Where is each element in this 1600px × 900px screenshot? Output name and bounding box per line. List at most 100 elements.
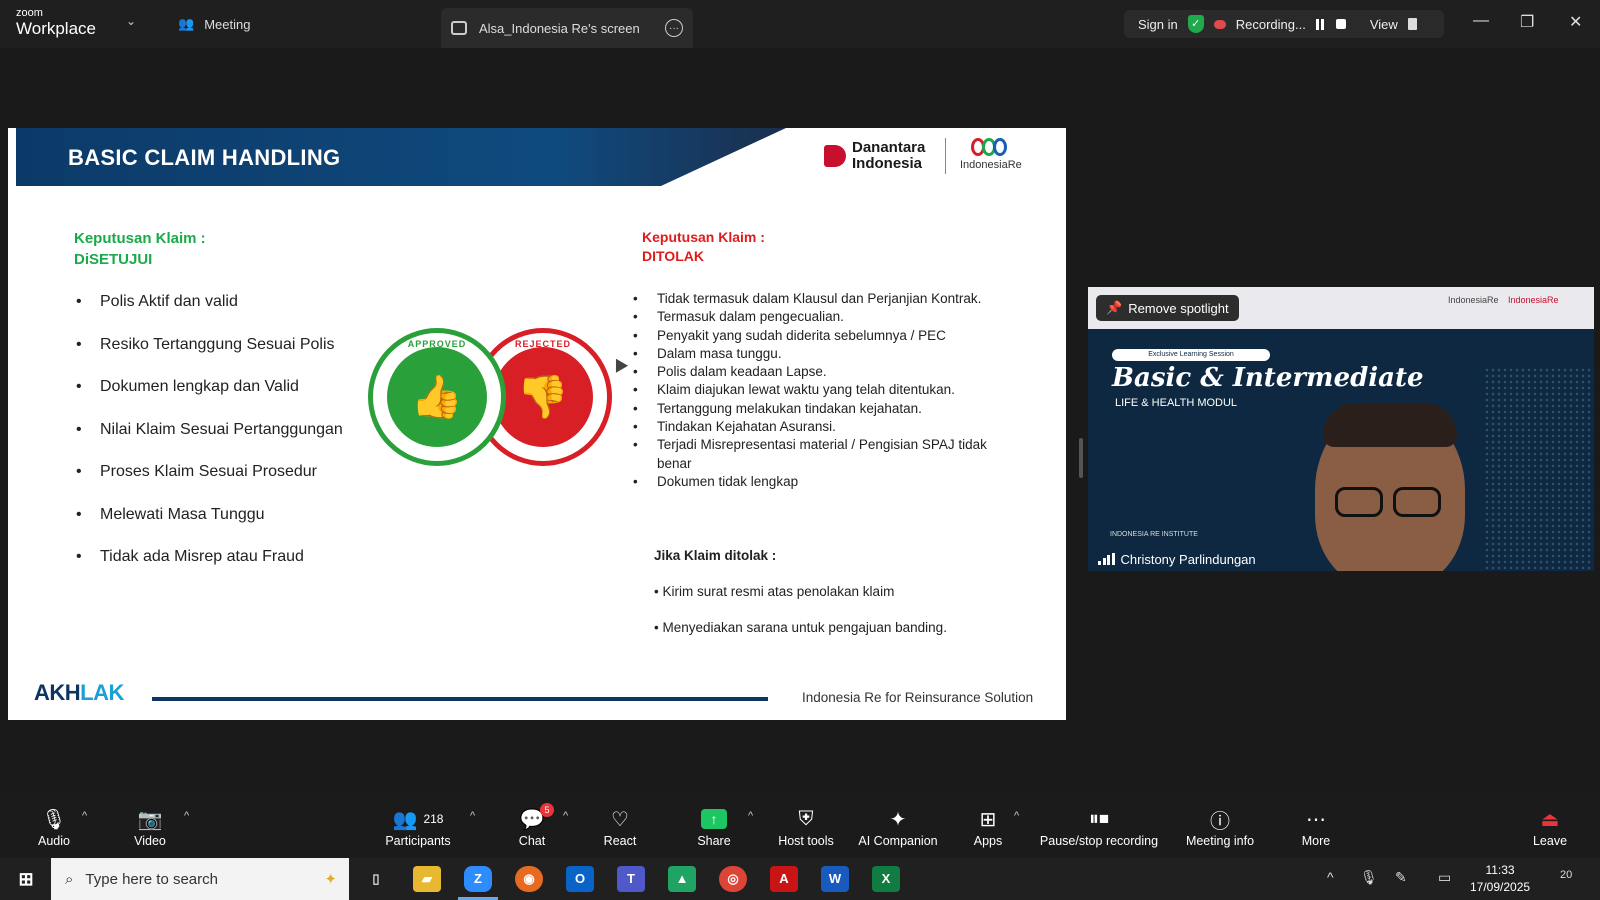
title-bar: zoom Workplace ⌄ 👥 Meeting Alsa_Indonesi…: [0, 0, 1600, 48]
ai-companion-button[interactable]: ✦ AI Companion: [848, 804, 948, 849]
share-label: Share: [697, 834, 731, 848]
meeting-status-bar: Sign in ✓ Recording... View: [1124, 10, 1444, 38]
meeting-info-label: Meeting info: [1185, 834, 1255, 848]
chevron-down-icon[interactable]: ⌄: [126, 14, 136, 28]
task-view-icon[interactable]: ▯: [362, 866, 390, 892]
list-item: Melewati Masa Tunggu: [76, 506, 343, 549]
pause-stop-recording-button[interactable]: ⏸⏹ Pause/stop recording: [1029, 804, 1169, 849]
signal-strength-icon: [1098, 553, 1115, 565]
apps-caret-icon[interactable]: ^: [1014, 810, 1019, 822]
danantara-mark-icon: [824, 144, 846, 167]
sparkle-icon: ✦: [889, 808, 907, 831]
participants-caret-icon[interactable]: ^: [470, 810, 475, 822]
participants-icon: 👥 218: [392, 808, 444, 831]
acrobat-icon[interactable]: A: [770, 866, 798, 892]
audio-options-caret-icon[interactable]: ^: [82, 810, 87, 822]
pause-stop-icon: ⏸⏹: [1089, 807, 1109, 830]
apps-label: Apps: [973, 834, 1003, 848]
approved-heading: Keputusan Klaim : DiSETUJUI: [74, 228, 206, 270]
zoom-app-icon[interactable]: Z: [464, 866, 492, 892]
google-drive-icon[interactable]: ▲: [668, 866, 696, 892]
list-item: Polis Aktif dan valid: [76, 293, 343, 336]
taskbar-search[interactable]: ⌕ Type here to search ✦: [51, 858, 349, 900]
participants-button[interactable]: 👥 218 Participants: [368, 804, 468, 849]
tab-shared-screen[interactable]: Alsa_Indonesia Re's screen ···: [441, 8, 693, 48]
video-brand-logo: IndonesiaRe: [1508, 295, 1559, 305]
rejected-heading: Keputusan Klaim : DITOLAK: [642, 228, 765, 266]
outlook-icon[interactable]: O: [566, 866, 594, 892]
session-pill: Exclusive Learning Session: [1112, 349, 1270, 361]
minimize-icon[interactable]: —: [1473, 12, 1489, 30]
logo-big-text: Workplace: [16, 19, 96, 38]
close-icon[interactable]: ✕: [1569, 12, 1582, 32]
chrome-icon[interactable]: ◎: [719, 866, 747, 892]
apps-button[interactable]: ⊞ Apps: [938, 804, 1038, 849]
pause-recording-icon[interactable]: [1315, 19, 1326, 30]
akhlak-logo-part-a: AKH: [34, 680, 81, 705]
chat-caret-icon[interactable]: ^: [563, 810, 568, 822]
pen-tray-icon[interactable]: ✎: [1395, 869, 1407, 886]
firefox-icon[interactable]: ◉: [515, 866, 543, 892]
notification-count[interactable]: 20: [1560, 869, 1572, 881]
shared-screen-area: BASIC CLAIM HANDLING Danantara Indonesia…: [0, 48, 1075, 798]
video-options-caret-icon[interactable]: ^: [184, 810, 189, 822]
excel-icon[interactable]: X: [872, 866, 900, 892]
more-button[interactable]: ⋯ More: [1266, 804, 1366, 849]
search-highlight-icon: ✦: [324, 871, 337, 888]
share-caret-icon[interactable]: ^: [748, 810, 753, 822]
participant-name-tag: Christony Parlindungan: [1092, 549, 1262, 569]
rings-icon: [960, 138, 1022, 156]
windows-start-icon[interactable]: ⊞: [12, 866, 40, 892]
word-icon[interactable]: W: [821, 866, 849, 892]
leave-button[interactable]: ⏏ Leave: [1500, 804, 1600, 849]
tab-meeting[interactable]: 👥 Meeting: [178, 0, 250, 48]
thumbs-up-icon: 👍: [387, 347, 487, 447]
host-tools-button[interactable]: ⛨ Host tools: [756, 804, 856, 849]
windows-taskbar: ⊞ ⌕ Type here to search ✦ ▯ ▰ Z ◉ O T ▲ …: [0, 858, 1600, 900]
danantara-text: Danantara Indonesia: [852, 139, 926, 172]
react-button[interactable]: ♡ React: [570, 804, 670, 849]
more-options-icon[interactable]: ···: [665, 19, 683, 37]
list-item: Nilai Klaim Sesuai Pertanggungan: [76, 421, 343, 464]
list-item: Tidak termasuk dalam Klausul dan Perjanj…: [633, 290, 1013, 308]
spotlight-video[interactable]: IndonesiaRe IndonesiaRe 📌 Remove spotlig…: [1088, 287, 1594, 571]
stop-recording-icon[interactable]: [1335, 19, 1346, 29]
rejected-list: Tidak termasuk dalam Klausul dan Perjanj…: [633, 290, 1013, 491]
info-icon: ⓘ: [1210, 810, 1230, 833]
video-brand-logo: IndonesiaRe: [1448, 295, 1499, 305]
approved-list: Polis Aktif dan valid Resiko Tertanggung…: [76, 293, 343, 591]
microphone-tray-icon[interactable]: 🎙: [1360, 869, 1378, 886]
approved-heading-line2: DiSETUJUI: [74, 251, 153, 268]
teams-icon[interactable]: T: [617, 866, 645, 892]
akhlak-logo: AKHLAK: [34, 680, 124, 706]
indonesiare-logo: IndonesiaRe: [960, 138, 1022, 171]
shield-icon: ⛨: [798, 807, 814, 830]
cloud-recording-icon: [1213, 19, 1226, 29]
tray-chevron-icon[interactable]: ^: [1327, 869, 1334, 885]
restore-icon[interactable]: ❐: [1520, 12, 1534, 32]
shield-check-icon[interactable]: ✓: [1187, 15, 1204, 33]
react-label: React: [603, 834, 637, 848]
participant-name: Christony Parlindungan: [1120, 551, 1256, 567]
list-item: Polis dalam keadaan Lapse.: [633, 363, 1013, 381]
display-tray-icon[interactable]: ▭: [1438, 869, 1451, 886]
view-layout-icon[interactable]: [1407, 18, 1417, 30]
zoom-logo[interactable]: zoom Workplace: [16, 8, 96, 38]
recording-status: Recording...: [1235, 16, 1306, 32]
panel-resize-handle[interactable]: [1079, 438, 1083, 478]
meeting-info-button[interactable]: ⓘ Meeting info: [1170, 804, 1270, 849]
sign-in-button[interactable]: Sign in: [1138, 17, 1178, 32]
remove-spotlight-button[interactable]: 📌 Remove spotlight: [1096, 295, 1239, 321]
dot-pattern-decoration: [1484, 367, 1594, 571]
chat-label: Chat: [518, 834, 546, 848]
danantara-logo: Danantara Indonesia: [824, 140, 952, 172]
file-explorer-icon[interactable]: ▰: [413, 866, 441, 892]
participant-glasses: [1335, 487, 1445, 517]
pause-stop-label: Pause/stop recording: [1039, 834, 1159, 848]
taskbar-clock[interactable]: 11:33 17/09/2025: [1470, 862, 1530, 896]
mouse-cursor-icon: [609, 355, 629, 373]
list-item: Tidak ada Misrep atau Fraud: [76, 548, 343, 591]
view-button[interactable]: View: [1370, 17, 1398, 32]
participant-count: 218: [423, 812, 444, 826]
audio-button[interactable]: 🎙 Audio: [4, 804, 104, 849]
